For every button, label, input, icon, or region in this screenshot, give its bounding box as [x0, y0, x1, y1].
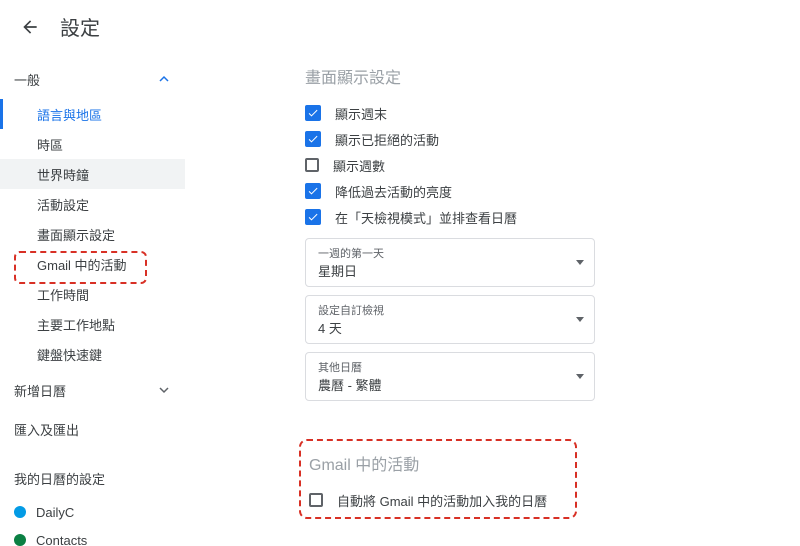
- dropdown-label: 其他日曆: [318, 359, 382, 375]
- checkbox-label: 顯示週數: [333, 156, 385, 175]
- sidebar-item-working-hours[interactable]: 工作時間: [0, 279, 185, 309]
- sidebar-item-keyboard-shortcuts[interactable]: 鍵盤快速鍵: [0, 339, 185, 369]
- sidebar-item-event-settings[interactable]: 活動設定: [0, 189, 185, 219]
- sidebar-section-label: 一般: [14, 70, 40, 89]
- calendar-color-dot: [14, 534, 26, 546]
- dropdown-value: 農曆 - 繁體: [318, 375, 382, 394]
- sidebar-calendar-item[interactable]: DailyC: [0, 498, 185, 526]
- sidebar-item-display-settings[interactable]: 畫面顯示設定: [0, 219, 185, 249]
- sidebar: 一般 語言與地區 時區 世界時鐘 活動設定 畫面顯示設定 Gmail 中的活動 …: [0, 54, 185, 546]
- sidebar-section-label: 匯入及匯出: [14, 420, 79, 439]
- checkbox-show-weekends[interactable]: [305, 105, 321, 121]
- sidebar-item-working-location[interactable]: 主要工作地點: [0, 309, 185, 339]
- sidebar-calendar-item[interactable]: Contacts: [0, 526, 185, 546]
- dropdown-custom-view[interactable]: 設定自訂檢視 4 天: [305, 295, 595, 344]
- dropdown-first-day-of-week[interactable]: 一週的第一天 星期日: [305, 238, 595, 287]
- dropdown-other-calendars[interactable]: 其他日曆 農曆 - 繁體: [305, 352, 595, 401]
- sidebar-section-label: 新增日曆: [14, 381, 66, 400]
- sidebar-section-add-calendar[interactable]: 新增日曆: [0, 371, 185, 410]
- dropdown-value: 星期日: [318, 261, 384, 280]
- sidebar-item-timezone[interactable]: 時區: [0, 129, 185, 159]
- sidebar-section-general[interactable]: 一般: [0, 60, 185, 99]
- checkbox-label: 在「天檢視模式」並排查看日曆: [335, 208, 517, 227]
- section-title-display: 畫面顯示設定: [305, 64, 780, 88]
- checkbox-label: 降低過去活動的亮度: [335, 182, 452, 201]
- sidebar-item-world-clock[interactable]: 世界時鐘: [0, 159, 185, 189]
- page-title: 設定: [60, 12, 100, 41]
- caret-down-icon: [576, 317, 584, 322]
- checkbox-auto-add-gmail-events[interactable]: [309, 493, 323, 507]
- sidebar-section-my-calendars: 我的日曆的設定: [0, 459, 185, 498]
- chevron-up-icon: [159, 72, 169, 87]
- sidebar-item-language-region[interactable]: 語言與地區: [0, 99, 185, 129]
- sidebar-section-label: 我的日曆的設定: [14, 469, 105, 488]
- sidebar-item-gmail-events[interactable]: Gmail 中的活動: [0, 249, 185, 279]
- caret-down-icon: [576, 374, 584, 379]
- calendar-color-dot: [14, 506, 26, 518]
- checkbox-show-declined[interactable]: [305, 131, 321, 147]
- dropdown-value: 4 天: [318, 318, 384, 337]
- checkbox-dim-past-events[interactable]: [305, 183, 321, 199]
- caret-down-icon: [576, 260, 584, 265]
- checkbox-show-week-numbers[interactable]: [305, 158, 319, 172]
- dropdown-label: 設定自訂檢視: [318, 302, 384, 318]
- checkbox-label: 自動將 Gmail 中的活動加入我的日曆: [337, 491, 547, 510]
- dropdown-label: 一週的第一天: [318, 245, 384, 261]
- back-icon[interactable]: [20, 17, 40, 37]
- checkbox-label: 顯示週末: [335, 104, 387, 123]
- checkbox-side-by-side-day-view[interactable]: [305, 209, 321, 225]
- main-content: 畫面顯示設定 顯示週末 顯示已拒絕的活動 顯示週數 降低過去活動的亮度 在「天檢…: [185, 54, 800, 546]
- sidebar-section-import-export[interactable]: 匯入及匯出: [0, 410, 185, 449]
- chevron-down-icon: [159, 383, 169, 398]
- section-title-gmail: Gmail 中的活動: [309, 451, 776, 475]
- checkbox-label: 顯示已拒絕的活動: [335, 130, 439, 149]
